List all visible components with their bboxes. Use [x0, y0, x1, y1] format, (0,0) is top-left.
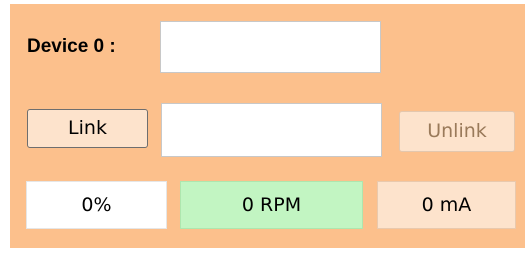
- link-input[interactable]: [161, 103, 382, 157]
- device-input[interactable]: [160, 21, 381, 73]
- percent-display: 0%: [26, 181, 167, 229]
- link-button[interactable]: Link: [27, 109, 148, 148]
- unlink-button[interactable]: Unlink: [399, 111, 515, 152]
- current-display: 0 mA: [377, 181, 516, 229]
- rpm-display: 0 RPM: [180, 181, 363, 229]
- device-label: Device 0 :: [27, 36, 116, 57]
